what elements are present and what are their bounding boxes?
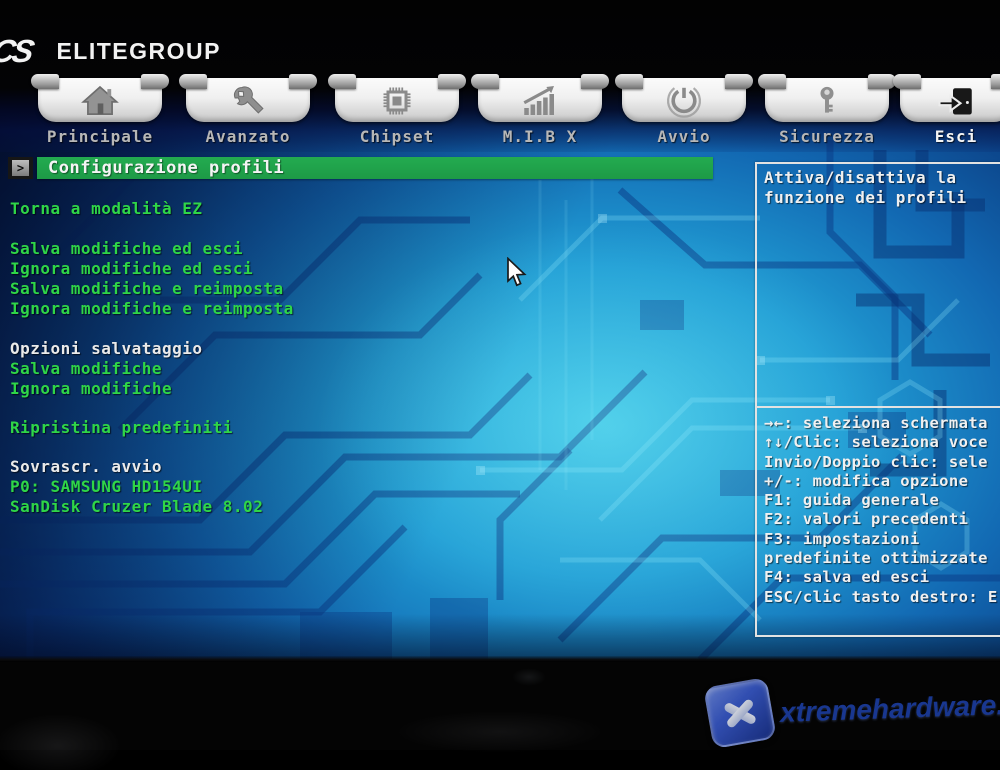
brand-logo: ECS ELITEGROUP — [0, 33, 221, 67]
section-title-sovrascr-avvio: Sovrascr. avvio — [10, 457, 162, 477]
tab-principale[interactable]: Principale — [38, 76, 162, 160]
help-key-line: ESC/clic tasto destro: E — [764, 588, 1000, 607]
monitor-logo-glint — [512, 668, 546, 686]
xtremehardware-x-icon — [703, 677, 777, 749]
help-key-line: →←: seleziona schermata — [764, 414, 1000, 433]
help-key-line: F3: impostazioni — [764, 530, 1000, 549]
menu-item-salva-modifiche-e-reimposta[interactable]: Salva modifiche e reimposta — [10, 279, 284, 299]
tab-avanzato[interactable]: Avanzato — [186, 76, 310, 160]
tab-esci[interactable]: Esci — [900, 76, 1000, 160]
bezel-reflection — [0, 690, 190, 770]
menu-item-ignora-modifiche-ed-esci[interactable]: Ignora modifiche ed esci — [10, 259, 253, 279]
tab-label: Esci — [900, 128, 1000, 146]
menu-item-ignora-modifiche-e-reimposta[interactable]: Ignora modifiche e reimposta — [10, 299, 294, 319]
menu-item-salva-modifiche[interactable]: Salva modifiche — [10, 359, 162, 379]
exit-icon — [935, 83, 977, 119]
help-key-line: Invio/Doppio clic: sele — [764, 453, 1000, 472]
key-icon — [810, 83, 844, 119]
screen-bottom-edge — [0, 656, 1000, 662]
help-key-line: F4: salva ed esci — [764, 568, 1000, 587]
tab-avvio[interactable]: Avvio — [622, 76, 746, 160]
section-title-opzioni-salvataggio: Opzioni salvataggio — [10, 339, 203, 359]
menu-item-ignora-modifiche[interactable]: Ignora modifiche — [10, 379, 172, 399]
chip-icon — [377, 83, 417, 119]
power-icon — [665, 83, 703, 119]
tab-label: M.I.B X — [478, 128, 602, 146]
ecs-logo-icon: ECS — [0, 33, 35, 70]
tab-label: Principale — [38, 128, 162, 146]
tab-label: Chipset — [335, 128, 459, 146]
help-description: Attiva/disattiva la funzione dei profili — [764, 168, 1000, 208]
help-key-line: F1: guida generale — [764, 491, 1000, 510]
help-panel-divider — [757, 406, 1000, 408]
selection-marker-box: > — [8, 157, 33, 179]
tab-label: Sicurezza — [765, 128, 889, 146]
help-key-line: F2: valori precedenti — [764, 510, 1000, 529]
menu-item-boot-sandisk-cruzer[interactable]: SanDisk Cruzer Blade 8.02 — [10, 497, 263, 517]
help-key-line: predefinite ottimizzate — [764, 549, 1000, 568]
tab-label: Avvio — [622, 128, 746, 146]
menu-item-salva-modifiche-ed-esci[interactable]: Salva modifiche ed esci — [10, 239, 243, 259]
tab-label: Avanzato — [186, 128, 310, 146]
help-key-legend: →←: seleziona schermata ↑↓/Clic: selezio… — [764, 414, 1000, 607]
help-key-line: ↑↓/Clic: seleziona voce — [764, 433, 1000, 452]
help-description-line1: Attiva/disattiva la — [764, 168, 1000, 188]
help-description-line2: funzione dei profili — [764, 188, 1000, 208]
chart-icon — [519, 83, 561, 119]
tab-mib-x[interactable]: M.I.B X — [478, 76, 602, 160]
home-icon — [79, 83, 121, 119]
help-key-line: +/-: modifica opzione — [764, 472, 1000, 491]
menu-item-configurazione-profili[interactable]: > Configurazione profili — [8, 157, 713, 179]
help-panel: Attiva/disattiva la funzione dei profili… — [755, 162, 1000, 637]
bios-screen: ECS ELITEGROUP Principale Avanzato — [0, 0, 1000, 660]
menu-item-boot-samsung-hd154ui[interactable]: P0: SAMSUNG HD154UI — [10, 477, 203, 497]
tab-chipset[interactable]: Chipset — [335, 76, 459, 160]
menu-item-ripristina-predefiniti[interactable]: Ripristina predefiniti — [10, 418, 233, 438]
watermark: xtremehardware.com — [700, 676, 1000, 746]
watermark-text: xtremehardware.com — [780, 687, 1000, 729]
photo-of-bios-screen: { "colors": { "menu_green": "#2fd648", "… — [0, 0, 1000, 750]
selected-item-label: Configurazione profili — [37, 157, 713, 179]
menu-item-torna-modalita-ez[interactable]: Torna a modalità EZ — [10, 199, 203, 219]
brand-name: ELITEGROUP — [56, 38, 221, 65]
wrench-icon — [228, 83, 268, 119]
selected-item-highlight: Configurazione profili — [37, 157, 713, 179]
tab-sicurezza[interactable]: Sicurezza — [765, 76, 889, 160]
chevron-right-icon: > — [12, 160, 29, 176]
